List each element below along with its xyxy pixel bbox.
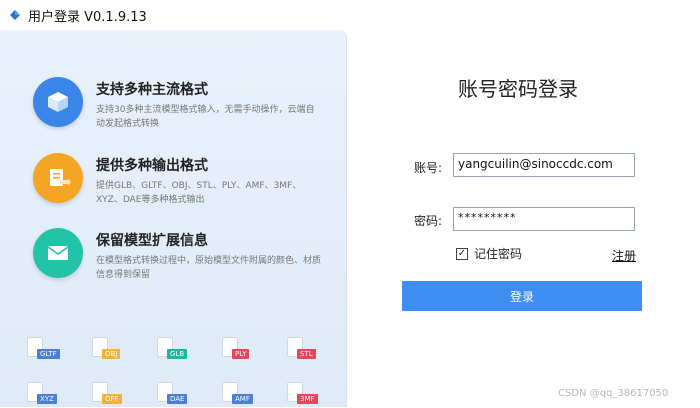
remember-password-checkbox[interactable]: ✓ [456,248,468,260]
account-label: 账号: [414,161,443,175]
feature-panel: 支持多种主流格式 支持30多种主流模型格式输入，无需手动操作，云端自动发起格式转… [0,30,347,407]
register-link[interactable]: 注册 [612,247,636,264]
glb-format-icon: GLB [157,337,189,363]
feature-desc: 支持30多种主流模型格式输入，无需手动操作，云端自动发起格式转换 [96,105,315,129]
3mf-format-icon: 3MF [287,382,319,408]
cube-icon [33,77,83,127]
stl-format-icon: STL [287,337,319,363]
feature-title: 提供多种输出格式 [96,158,208,174]
login-panel: 账号密码登录 账号: yangcuilin@sinoccdc.com 密码: *… [348,30,700,407]
remember-password-label[interactable]: 记住密码 [474,245,522,262]
window-title: 用户登录 V0.1.9.13 [28,9,147,25]
feature-desc: 在模型格式转换过程中，原始模型文件附属的颜色、材质信息得到保留 [96,256,322,280]
feature-title: 支持多种主流格式 [96,82,208,98]
ply-format-icon: PLY [222,337,254,363]
password-input[interactable]: ********* [453,207,635,231]
password-label: 密码: [414,214,443,228]
obj-format-icon: OBJ [92,337,124,363]
dae-format-icon: DAE [157,382,189,408]
login-button[interactable]: 登录 [402,281,642,311]
login-title: 账号密码登录 [458,77,578,101]
export-doc-icon [33,153,83,203]
app-logo-icon [10,10,20,20]
feature-title: 保留模型扩展信息 [96,233,208,249]
title-bar: 用户登录 V0.1.9.13 [0,0,700,30]
account-input[interactable]: yangcuilin@sinoccdc.com [453,153,635,177]
amf-format-icon: AMF [222,382,254,408]
watermark: CSDN @qq_38617050 [558,388,669,399]
feature-desc: 提供GLB、GLTF、OBJ、STL、PLY、AMF、3MF、XYZ、DAE等多… [96,181,302,205]
feature-item-formats: 支持多种主流格式 支持30多种主流模型格式输入，无需手动操作，云端自动发起格式转… [33,77,321,131]
feature-item-info: 保留模型扩展信息 在模型格式转换过程中，原始模型文件附属的颜色、材质信息得到保留 [33,228,321,282]
feature-item-output: 提供多种输出格式 提供GLB、GLTF、OBJ、STL、PLY、AMF、3MF、… [33,153,321,207]
xyz-format-icon: XYZ [27,382,59,408]
envelope-icon [33,228,83,278]
off-format-icon: OFF [92,382,124,408]
gltf-format-icon: GLTF [27,337,60,363]
